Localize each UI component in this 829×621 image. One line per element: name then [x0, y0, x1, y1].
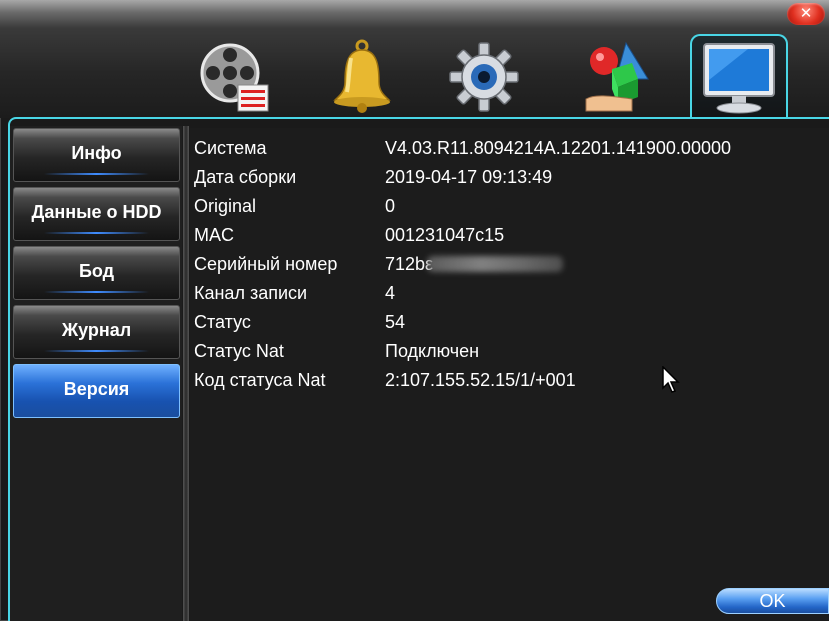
sidebar: Инфо Данные о HDD Бод Журнал Версия	[10, 126, 182, 621]
info-label: Дата сборки	[194, 167, 297, 187]
info-label: Серийный номер	[194, 254, 338, 274]
serial-visible-part: 712bε	[385, 254, 434, 274]
sidebar-item-label: Версия	[63, 379, 130, 399]
monitor-icon	[703, 43, 775, 114]
info-value: 0	[385, 196, 396, 216]
info-label: Статус	[194, 312, 251, 332]
sidebar-item-baud[interactable]: Бод	[13, 246, 180, 300]
sidebar-item-label: Журнал	[61, 320, 132, 340]
gear-icon	[449, 42, 519, 112]
info-value: Подключен	[385, 341, 480, 361]
film-reel-icon	[200, 43, 269, 112]
bell-icon	[333, 39, 391, 113]
close-button[interactable]: ✕	[787, 3, 825, 25]
info-value: 2:107.155.52.15/1/+001	[385, 370, 576, 390]
info-value: 4	[385, 283, 396, 303]
tab-record[interactable]	[186, 36, 282, 118]
sidebar-item-log[interactable]: Журнал	[13, 305, 180, 359]
redacted-blur	[427, 256, 564, 272]
tab-advanced[interactable]	[568, 36, 664, 118]
sidebar-item-version[interactable]: Версия	[13, 364, 180, 418]
tab-info[interactable]	[690, 34, 788, 120]
version-info-panel: Система V4.03.R11.8094214A.12201.141900.…	[190, 128, 829, 621]
glow-divider	[44, 350, 149, 352]
info-label: MAC	[194, 225, 234, 245]
info-value: 001231047c15	[385, 225, 505, 245]
info-value: 54	[385, 312, 406, 332]
info-label: Канал записи	[194, 283, 308, 303]
tab-bar	[0, 28, 829, 120]
info-value: 2019-04-17 09:13:49	[385, 167, 553, 187]
sidebar-divider	[183, 126, 189, 621]
shapes-icon	[585, 41, 649, 112]
tab-settings[interactable]	[436, 36, 532, 118]
tab-alarm[interactable]	[314, 36, 410, 118]
title-bar: ✕	[0, 0, 829, 29]
info-label: Система	[194, 138, 267, 158]
sidebar-item-label: Данные о HDD	[31, 202, 162, 222]
glow-divider	[44, 232, 149, 234]
sidebar-item-label: Инфо	[71, 143, 122, 163]
glow-divider	[44, 291, 149, 293]
info-value: V4.03.R11.8094214A.12201.141900.00000	[385, 138, 731, 158]
info-value-serial: 712bε	[385, 254, 564, 275]
ok-button[interactable]: OK	[716, 588, 829, 614]
glow-divider	[44, 173, 149, 175]
info-label: Код статуса Nat	[194, 370, 326, 390]
sidebar-item-hdd[interactable]: Данные о HDD	[13, 187, 180, 241]
info-label: Original	[194, 196, 257, 216]
sidebar-item-label: Бод	[78, 261, 115, 281]
info-label: Статус Nat	[194, 341, 284, 361]
mouse-cursor-icon	[662, 366, 680, 393]
sidebar-item-info[interactable]: Инфо	[13, 128, 180, 182]
